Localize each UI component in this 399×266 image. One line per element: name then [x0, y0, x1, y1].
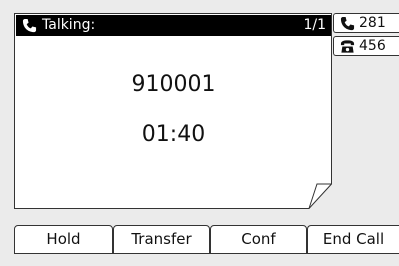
transfer-button[interactable]: Transfer — [113, 225, 210, 254]
line-key-281[interactable]: 281 — [333, 13, 399, 33]
phone-screen: Talking: 1/1 910001 01:40 281 456 Hold T… — [0, 0, 399, 266]
conference-button[interactable]: Conf — [210, 225, 307, 254]
line-key-label: 456 — [359, 38, 386, 54]
handset-icon — [340, 16, 355, 31]
desk-phone-icon — [340, 40, 355, 53]
line-key-label: 281 — [359, 15, 386, 31]
hold-button[interactable]: Hold — [14, 225, 113, 254]
call-page-indicator: 1/1 — [303, 17, 326, 33]
call-status-bar: Talking: 1/1 — [16, 15, 331, 36]
end-call-button[interactable]: End Call — [307, 225, 399, 254]
call-status-label: Talking: — [42, 17, 96, 33]
call-number: 910001 — [131, 72, 216, 97]
line-key-456[interactable]: 456 — [333, 36, 399, 56]
call-duration: 01:40 — [141, 122, 206, 147]
handset-icon — [22, 18, 37, 33]
